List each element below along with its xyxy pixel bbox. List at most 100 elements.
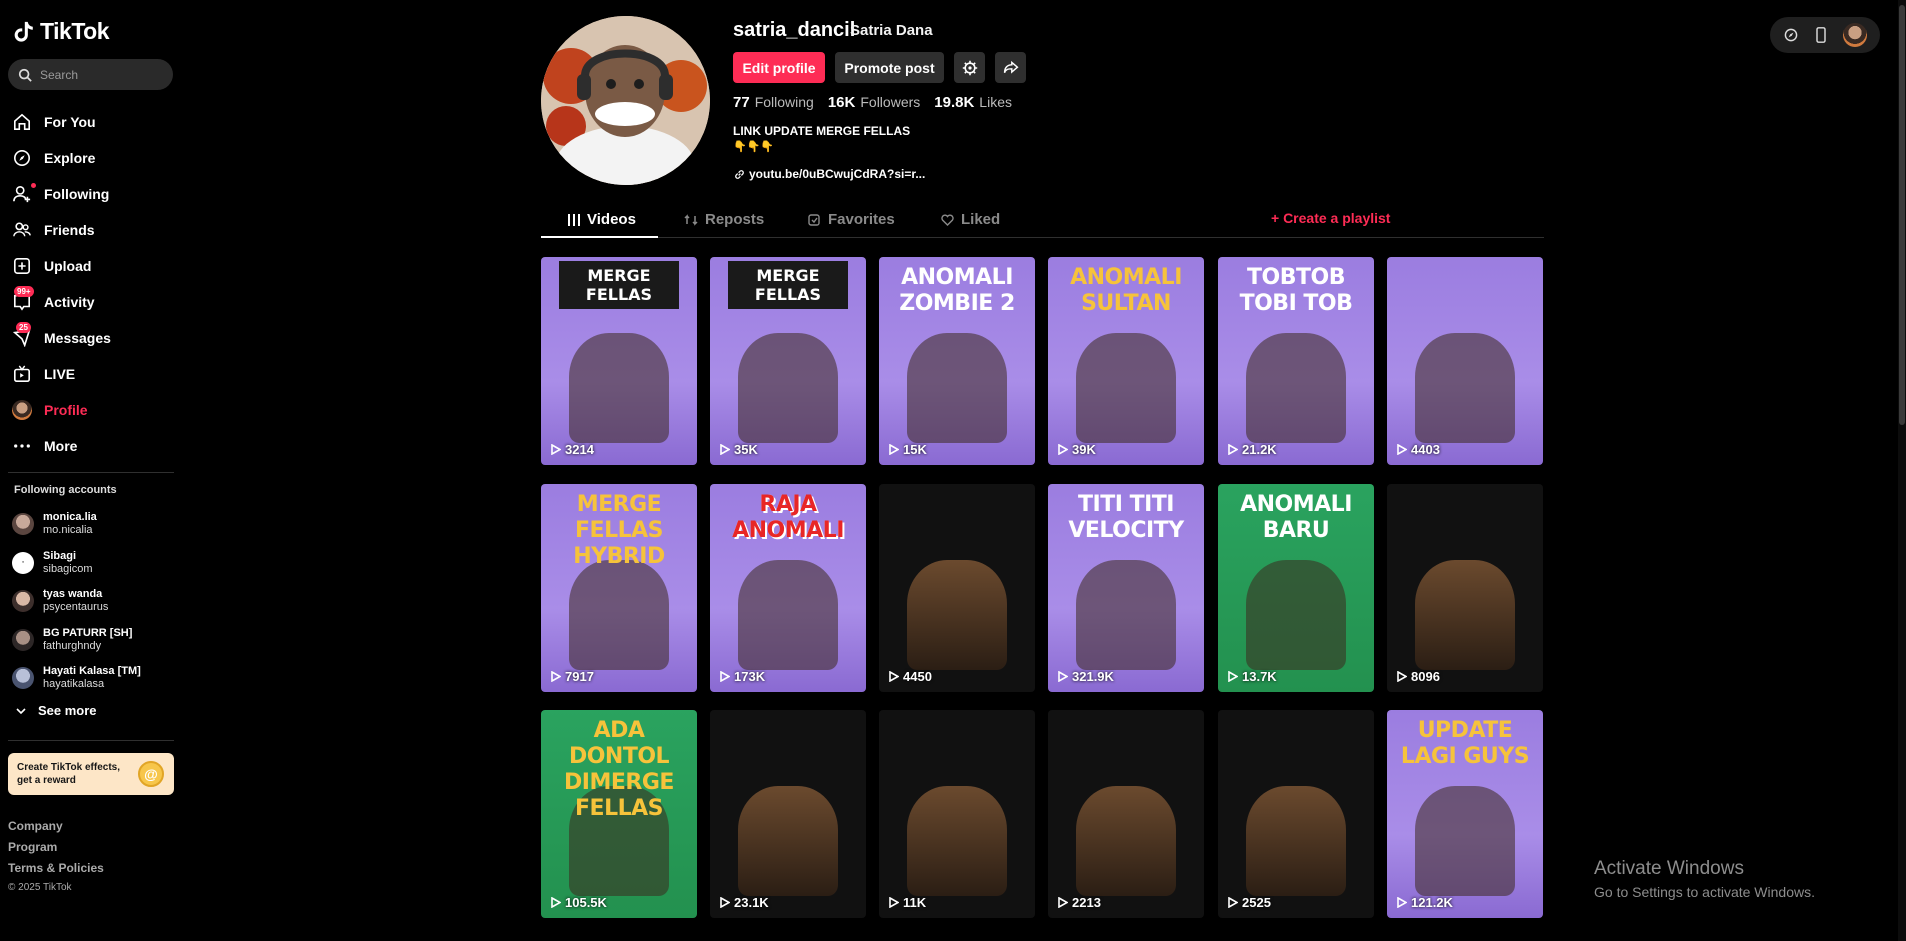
- video-card[interactable]: 8096: [1387, 484, 1543, 692]
- share-button[interactable]: [995, 52, 1026, 83]
- likes-label: Likes: [979, 94, 1012, 110]
- sidebar-divider: [8, 740, 174, 741]
- sidebar-footer: Company Program Terms & Policies © 2025 …: [8, 819, 104, 903]
- live-icon: [13, 365, 31, 383]
- tab-reposts[interactable]: Reposts: [684, 211, 764, 228]
- tab-liked[interactable]: Liked: [941, 211, 1000, 228]
- scrollbar-thumb[interactable]: [1899, 5, 1905, 425]
- followers-stat[interactable]: 16K Followers: [828, 94, 920, 111]
- nav-more[interactable]: More: [12, 428, 172, 464]
- profile-avatar-large[interactable]: [541, 16, 710, 185]
- search-box[interactable]: [8, 59, 173, 90]
- nav-label: Profile: [44, 402, 88, 418]
- compass-icon[interactable]: [1783, 27, 1799, 43]
- account-username: sibagicom: [43, 562, 93, 575]
- link-icon: [735, 169, 744, 179]
- messages-badge: 25: [16, 322, 31, 333]
- view-count: 4450: [889, 669, 932, 684]
- account-item[interactable]: ◦ Sibagi sibagicom: [12, 544, 177, 583]
- video-card[interactable]: 4450: [879, 484, 1035, 692]
- likes-count: 19.8K: [934, 94, 975, 111]
- video-card[interactable]: 11K: [879, 710, 1035, 918]
- video-title-overlay: RAJA ANOMALI: [732, 492, 844, 543]
- account-item[interactable]: BG PATURR [SH] fathurghndy: [12, 621, 177, 660]
- view-count-label: 7917: [565, 669, 594, 684]
- settings-button[interactable]: [954, 52, 985, 83]
- video-thumbnail-art: [907, 786, 1007, 896]
- view-count: 11K: [889, 895, 926, 910]
- home-icon: [13, 113, 31, 131]
- video-card[interactable]: UPDATE LAGI GUYS 121.2K: [1387, 710, 1543, 918]
- tab-videos[interactable]: Videos: [568, 211, 636, 228]
- bio-emoji: 👇👇👇: [733, 141, 775, 153]
- tiktok-logo[interactable]: TikTok: [14, 18, 110, 45]
- nav-upload[interactable]: Upload: [12, 248, 172, 284]
- view-count-label: 173K: [734, 669, 766, 684]
- repost-icon: [684, 213, 698, 226]
- likes-stat: 19.8K Likes: [934, 94, 1012, 111]
- video-thumbnail-art: [738, 786, 838, 896]
- sidebar-divider: [8, 472, 174, 473]
- video-card[interactable]: 23.1K: [710, 710, 866, 918]
- video-card[interactable]: 4403: [1387, 257, 1543, 465]
- tab-favorites[interactable]: Favorites: [808, 211, 895, 228]
- nav-label: Explore: [44, 150, 96, 166]
- video-card[interactable]: ANOMALI ZOMBIE 2 15K: [879, 257, 1035, 465]
- nav-friends[interactable]: Friends: [12, 212, 172, 248]
- nav-following[interactable]: Following: [12, 176, 172, 212]
- tab-label: Videos: [587, 211, 636, 228]
- video-card[interactable]: ADA DONTOL DIMERGE FELLAS 105.5K: [541, 710, 697, 918]
- effects-banner[interactable]: Create TikTok effects, get a reward @: [8, 753, 174, 795]
- footer-link-program[interactable]: Program: [8, 840, 104, 861]
- profile-bio: LINK UPDATE MERGE FELLAS 👇👇👇: [733, 123, 910, 155]
- video-card[interactable]: TOBTOB TOBI TOB 21.2K: [1218, 257, 1374, 465]
- nav-activity[interactable]: 99+ Activity: [12, 284, 172, 320]
- account-item[interactable]: tyas wanda psycentaurus: [12, 582, 177, 621]
- account-item[interactable]: Hayati Kalasa [TM] hayatikalasa: [12, 659, 177, 698]
- view-count-label: 11K: [903, 895, 927, 910]
- edit-profile-button[interactable]: Edit profile: [733, 52, 825, 83]
- video-card[interactable]: ANOMALI SULTAN 39K: [1048, 257, 1204, 465]
- create-playlist-button[interactable]: + Create a playlist: [1271, 210, 1390, 226]
- video-card[interactable]: ANOMALI BARU 13.7K: [1218, 484, 1374, 692]
- account-avatar[interactable]: [1842, 23, 1867, 47]
- video-card[interactable]: 2525: [1218, 710, 1374, 918]
- mobile-icon[interactable]: [1814, 27, 1828, 43]
- following-stat[interactable]: 77 Following: [733, 94, 814, 111]
- search-input[interactable]: [40, 67, 160, 82]
- see-more-button[interactable]: See more: [16, 703, 97, 718]
- video-card[interactable]: MERGE FELLAS 3214: [541, 257, 697, 465]
- video-card[interactable]: TITI TITI VELOCITY 321.9K: [1048, 484, 1204, 692]
- video-card[interactable]: MERGE FELLAS 35K: [710, 257, 866, 465]
- nav-explore[interactable]: Explore: [12, 140, 172, 176]
- avatar: [12, 513, 34, 536]
- upload-icon: [13, 257, 31, 275]
- main-nav: For You Explore Following Friends Upload…: [12, 104, 172, 464]
- profile-link[interactable]: youtu.be/0uBCwujCdRA?si=r...: [734, 167, 925, 181]
- video-card[interactable]: RAJA ANOMALI 173K: [710, 484, 866, 692]
- view-count-label: 105.5K: [565, 895, 607, 910]
- video-thumbnail-art: [1246, 333, 1346, 443]
- liked-icon: [941, 214, 954, 226]
- nav-live[interactable]: LIVE: [12, 356, 172, 392]
- chevron-down-icon: [16, 707, 26, 714]
- view-count: 321.9K: [1058, 669, 1114, 684]
- view-count-label: 23.1K: [734, 895, 769, 910]
- view-count-label: 13.7K: [1242, 669, 1277, 684]
- video-thumbnail-art: [1076, 333, 1176, 443]
- video-card[interactable]: MERGE FELLAS HYBRID 7917: [541, 484, 697, 692]
- view-count: 2525: [1228, 895, 1271, 910]
- video-title-overlay: ANOMALI BARU: [1240, 492, 1352, 543]
- nav-for-you[interactable]: For You: [12, 104, 172, 140]
- video-card[interactable]: 2213: [1048, 710, 1204, 918]
- tab-label: Reposts: [705, 211, 765, 228]
- footer-link-company[interactable]: Company: [8, 819, 104, 840]
- promote-post-button[interactable]: Promote post: [835, 52, 944, 83]
- nav-profile[interactable]: Profile: [12, 392, 172, 428]
- footer-link-terms[interactable]: Terms & Policies: [8, 861, 104, 882]
- page-scrollbar[interactable]: [1898, 0, 1906, 941]
- account-item[interactable]: monica.lia mo.nicalia: [12, 505, 177, 544]
- windows-activation-watermark: Activate Windows Go to Settings to activ…: [1594, 858, 1815, 900]
- nav-messages[interactable]: 25 Messages: [12, 320, 172, 356]
- view-count: 2213: [1058, 895, 1101, 910]
